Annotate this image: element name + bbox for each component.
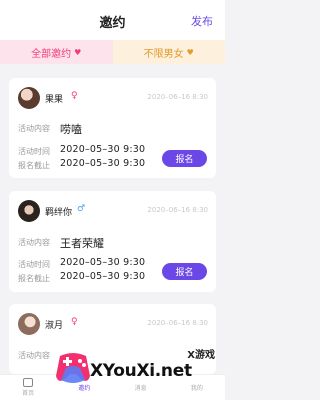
activity-content: 王者荣耀 [60,237,104,250]
filter-label: 全部邀约 [31,48,72,60]
deadline-label: 报名截止 [18,274,50,283]
deadline-label: 报名截止 [18,161,50,170]
user-name: 羁绊你 [45,208,73,218]
publish-button[interactable]: 发布 [191,13,213,29]
chevron-down-icon: ♥ [74,47,82,57]
tab-messages[interactable]: 消息 [113,375,169,400]
post-date: 2020–06–16 8:30 [147,93,208,101]
male-icon: ♂ [77,204,86,214]
female-icon: ♀ [71,91,78,101]
avatar[interactable] [18,200,40,222]
invitation-card[interactable]: 羁绊你 ♂ 2020–06–16 8:30 活动内容 王者荣耀 活动时间 202… [9,191,216,292]
top-bar: 邀约 发布 [0,0,225,40]
activity-content: 唠嗑 [60,123,82,136]
tab-profile[interactable]: 我的 [169,375,225,400]
tab-home[interactable]: 首页 [0,375,56,400]
time-label: 活动时间 [18,260,50,269]
filter-label: 不限男女 [143,48,184,60]
tab-invitations[interactable]: 邀约 [56,375,112,400]
filter-bar: 全部邀约 ♥ 不限男女 ♥ [0,40,225,64]
female-icon: ♀ [71,317,78,327]
content-label: 活动内容 [18,124,50,133]
avatar[interactable] [18,87,40,109]
user-name: 果果 [45,95,64,105]
post-date: 2020–06–16 8:30 [147,206,208,214]
time-label: 活动时间 [18,147,50,156]
tab-label: 消息 [134,385,147,392]
tab-label: 首页 [22,390,35,397]
signup-deadline: 2020–05–30 9:30 [60,271,146,282]
activity-time: 2020–05–30 9:30 [60,257,146,268]
bottom-tab-bar: 首页 邀约 消息 我的 [0,374,225,400]
chevron-down-icon: ♥ [186,47,194,57]
user-name: 淑月 [45,321,64,331]
filter-gender[interactable]: 不限男女 ♥ [112,40,225,64]
home-icon [23,378,34,387]
signup-button[interactable]: 报名 [162,150,207,167]
post-date: 2020–06–16 8:30 [147,319,208,327]
tab-label: 我的 [190,385,203,392]
signup-deadline: 2020–05–30 9:30 [60,158,146,169]
invitation-card[interactable]: 淑月 ♀ 2020–06–16 8:30 活动内容 [9,304,216,374]
content-label: 活动内容 [18,238,50,247]
signup-button[interactable]: 报名 [162,263,207,280]
invitation-card[interactable]: 果果 ♀ 2020–06–16 8:30 活动内容 唠嗑 活动时间 2020–0… [9,78,216,178]
avatar[interactable] [18,313,40,335]
tab-label: 邀约 [78,385,91,392]
filter-all-invitations[interactable]: 全部邀约 ♥ [0,40,113,64]
activity-time: 2020–05–30 9:30 [60,144,146,155]
content-label: 活动内容 [18,351,50,360]
